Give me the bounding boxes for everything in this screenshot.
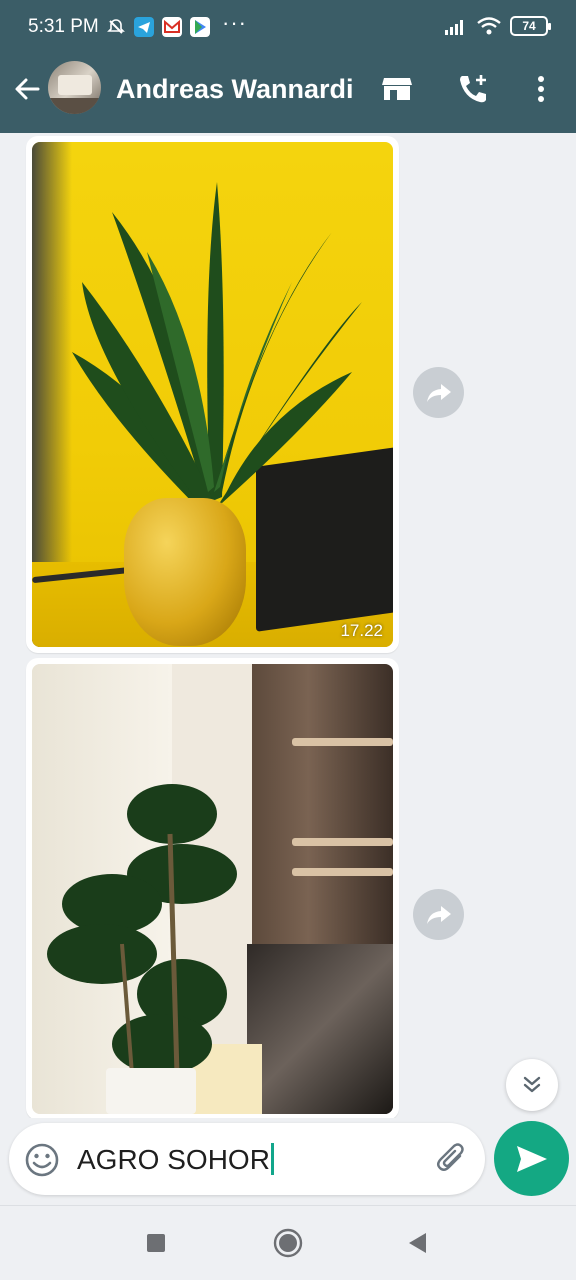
chat-area[interactable]: 17.22 xyxy=(0,133,576,1118)
attach-icon[interactable] xyxy=(434,1141,470,1177)
more-vert-icon[interactable] xyxy=(524,72,558,106)
plant-leaves xyxy=(47,784,237,1075)
wifi-icon xyxy=(477,17,501,35)
text-cursor xyxy=(270,1143,274,1175)
add-call-icon[interactable] xyxy=(456,72,490,106)
system-status-icons: 74 xyxy=(444,16,551,36)
gmail-icon xyxy=(162,17,182,37)
top-bar: 5:31 PM ··· 74 Andreas Wannardi xyxy=(0,0,576,133)
home-button[interactable] xyxy=(273,1228,303,1258)
mute-icon xyxy=(107,19,125,34)
ballet-bar xyxy=(292,868,393,876)
play-store-icon xyxy=(190,17,210,37)
battery-indicator: 74 xyxy=(510,16,551,36)
store-icon[interactable] xyxy=(380,72,414,106)
notification-icons xyxy=(106,17,210,37)
image-message[interactable] xyxy=(26,658,399,1118)
marble-counter xyxy=(247,944,393,1114)
signal-icon xyxy=(445,20,463,35)
white-planter xyxy=(106,1068,196,1114)
back-button[interactable] xyxy=(402,1228,432,1258)
send-button[interactable] xyxy=(494,1121,569,1196)
ballet-bar xyxy=(292,838,393,846)
avatar-detail xyxy=(58,75,92,95)
send-icon xyxy=(516,1145,547,1172)
chat-app-bar: Andreas Wannardi xyxy=(0,56,576,133)
forward-icon xyxy=(426,905,451,924)
ballet-bar xyxy=(292,738,393,746)
contact-avatar[interactable] xyxy=(48,61,101,114)
more-notifications-dots: ··· xyxy=(222,10,247,35)
message-composer[interactable]: AGRO SOHOR xyxy=(9,1123,485,1195)
forward-icon xyxy=(426,383,451,402)
message-input[interactable]: AGRO SOHOR xyxy=(77,1143,417,1176)
contact-name[interactable]: Andreas Wannardi xyxy=(116,74,354,105)
status-bar: 5:31 PM ··· 74 xyxy=(0,0,576,56)
scroll-to-bottom-button[interactable] xyxy=(506,1059,558,1111)
forward-button[interactable] xyxy=(413,889,464,940)
message-input-value: AGRO SOHOR xyxy=(77,1144,270,1175)
pineapple-pot xyxy=(124,498,246,646)
back-arrow-icon[interactable] xyxy=(12,74,42,104)
plant-leaves xyxy=(72,182,362,512)
avatar-floor xyxy=(48,98,101,114)
image-message[interactable]: 17.22 xyxy=(26,136,399,653)
emoji-icon[interactable] xyxy=(24,1142,60,1178)
double-chevron-down-icon xyxy=(523,1076,541,1093)
recents-button[interactable] xyxy=(141,1228,171,1258)
message-photo-plant-pineapple-pot[interactable]: 17.22 xyxy=(32,142,393,647)
status-time: 5:31 PM xyxy=(28,16,99,37)
message-photo-studio-plants[interactable] xyxy=(32,664,393,1114)
telegram-icon xyxy=(134,17,154,37)
message-time: 17.22 xyxy=(340,621,383,640)
forward-button[interactable] xyxy=(413,367,464,418)
system-navigation-bar xyxy=(0,1205,576,1280)
